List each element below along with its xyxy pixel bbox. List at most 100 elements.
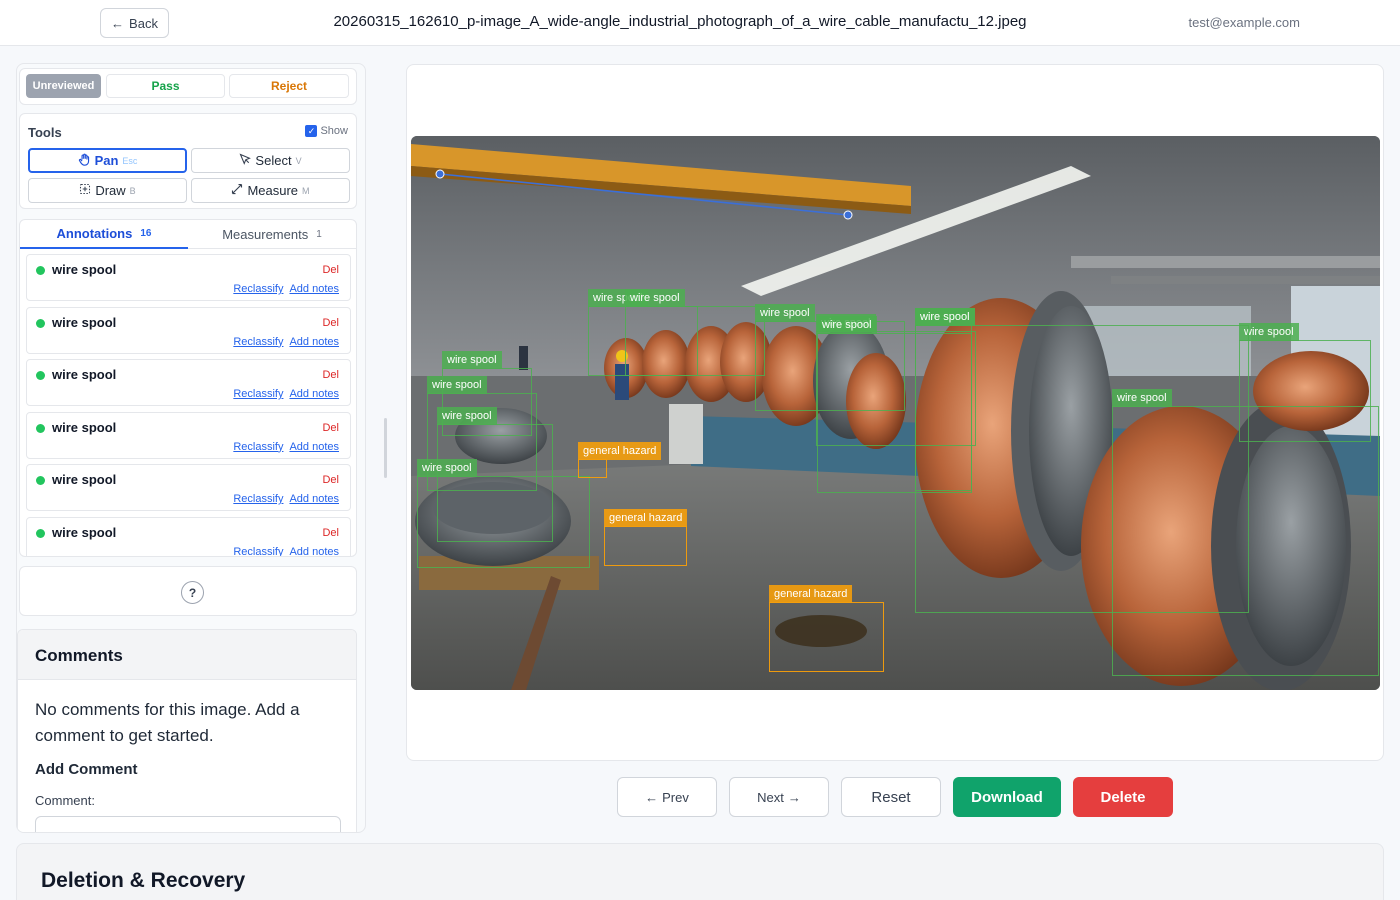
annotation-list[interactable]: wire spool Del Reclassify Add notes wire spo… bbox=[26, 254, 352, 556]
draw-box-icon bbox=[79, 183, 91, 198]
annotation-list-item[interactable]: wire spool Del Reclassify Add notes bbox=[26, 254, 351, 301]
annotation-delete-link[interactable]: Del bbox=[322, 264, 339, 276]
select-label: Select bbox=[255, 153, 292, 168]
select-tool-button[interactable]: Select V bbox=[191, 148, 350, 173]
reclassify-link[interactable]: Reclassify bbox=[233, 388, 283, 400]
add-notes-link[interactable]: Add notes bbox=[289, 493, 339, 505]
delete-button[interactable]: Delete bbox=[1073, 777, 1173, 817]
wire-spool-bbox[interactable]: wire spool bbox=[817, 316, 972, 493]
prev-label: Prev bbox=[662, 789, 689, 805]
draw-tool-button[interactable]: Draw B bbox=[28, 178, 187, 203]
bbox-label: wire spool bbox=[625, 289, 685, 307]
user-email[interactable]: test@example.com bbox=[1189, 15, 1300, 30]
panel-resize-handle[interactable] bbox=[384, 418, 387, 478]
class-color-dot bbox=[36, 423, 45, 433]
annotation-actions: Reclassify Add notes bbox=[233, 546, 339, 557]
general-hazard-bbox[interactable]: general hazard bbox=[604, 509, 688, 566]
class-color-dot bbox=[36, 266, 45, 275]
image-viewer: wire spool wire spool wire spool wire spool… bbox=[406, 64, 1384, 761]
annotation-list-item[interactable]: wire spool Del Reclassify Add notes bbox=[26, 306, 351, 354]
add-notes-link[interactable]: Add notes bbox=[289, 546, 339, 557]
status-unreviewed-button[interactable]: Unreviewed bbox=[26, 74, 101, 98]
tab-annotations-label: Annotations bbox=[56, 226, 133, 241]
tools-title: Tools bbox=[28, 125, 62, 140]
annotated-image-canvas[interactable]: wire spool wire spool wire spool wire spool… bbox=[411, 136, 1380, 690]
wire-spool-bbox[interactable]: wire spool bbox=[1112, 389, 1379, 676]
add-notes-link[interactable]: Add notes bbox=[289, 283, 339, 295]
bbox-label: wire spool bbox=[437, 407, 497, 425]
show-annotations-toggle[interactable]: ✓ Show bbox=[305, 125, 348, 137]
reclassify-link[interactable]: Reclassify bbox=[233, 493, 283, 505]
image-filename: 20260315_162610_p-image_A_wide-angle_ind… bbox=[333, 13, 1027, 30]
pan-label: Pan bbox=[94, 153, 119, 168]
ruler-icon bbox=[231, 183, 243, 198]
hand-icon bbox=[78, 153, 91, 169]
annotation-class-label: wire spool bbox=[52, 314, 117, 330]
cursor-icon bbox=[239, 153, 252, 168]
wire-spool-bbox[interactable]: wire spool bbox=[417, 459, 590, 568]
pan-shortcut: Esc bbox=[122, 155, 138, 166]
annotation-tabs: Annotations 16 Measurements 1 bbox=[20, 220, 356, 249]
measure-tool-button[interactable]: Measure M bbox=[191, 178, 350, 203]
bbox-label: wire spool bbox=[755, 304, 815, 322]
add-notes-link[interactable]: Add notes bbox=[289, 336, 339, 348]
draw-label: Draw bbox=[95, 183, 126, 198]
tab-measurements[interactable]: Measurements 1 bbox=[188, 220, 356, 249]
general-hazard-bbox[interactable]: general hazard bbox=[769, 585, 884, 672]
next-button[interactable]: Next → bbox=[729, 777, 829, 817]
bbox-label: general hazard bbox=[578, 442, 662, 460]
arrow-left-icon: ← bbox=[645, 789, 659, 805]
annotation-list-item[interactable]: wire spool Del Reclassify Add notes bbox=[26, 359, 351, 406]
bbox-label: wire spool bbox=[427, 376, 487, 394]
help-button[interactable]: ? bbox=[181, 581, 204, 604]
annotation-list-item[interactable]: wire spool Del Reclassify Add notes bbox=[26, 411, 351, 459]
annotation-list-item[interactable]: wire spool Del Reclassify Add notes bbox=[26, 516, 351, 557]
annotation-actions: Reclassify Add notes bbox=[233, 336, 339, 348]
wire-spool-bbox[interactable]: wire spool bbox=[625, 289, 765, 376]
comment-textarea[interactable] bbox=[35, 816, 341, 832]
annotation-actions: Reclassify Add notes bbox=[233, 283, 339, 295]
comments-title: Comments bbox=[35, 646, 123, 665]
measure-shortcut: M bbox=[302, 185, 310, 196]
reclassify-link[interactable]: Reclassify bbox=[233, 546, 283, 557]
deletion-recovery-title: Deletion & Recovery bbox=[41, 869, 246, 892]
arrow-right-icon: → bbox=[787, 789, 801, 805]
help-card: ? bbox=[19, 566, 357, 616]
prev-button[interactable]: ← Prev bbox=[617, 777, 717, 817]
bbox-label: general hazard bbox=[604, 509, 688, 527]
pan-tool-button[interactable]: Pan Esc bbox=[28, 148, 187, 173]
add-notes-link[interactable]: Add notes bbox=[289, 388, 339, 400]
measurement-handle-end[interactable] bbox=[843, 210, 853, 220]
annotation-list-item[interactable]: wire spool Del Reclassify Add notes bbox=[26, 464, 351, 511]
measurement-handle-start[interactable] bbox=[435, 169, 445, 179]
reclassify-link[interactable]: Reclassify bbox=[233, 441, 283, 453]
annotation-delete-link[interactable]: Del bbox=[322, 527, 339, 539]
checkbox-checked-icon[interactable]: ✓ bbox=[305, 125, 318, 137]
annotation-class-label: wire spool bbox=[52, 367, 117, 382]
add-notes-link[interactable]: Add notes bbox=[289, 441, 339, 453]
reclassify-link[interactable]: Reclassify bbox=[233, 336, 283, 348]
bbox-label: general hazard bbox=[769, 585, 853, 603]
next-label: Next bbox=[757, 789, 784, 805]
measure-label: Measure bbox=[247, 183, 299, 198]
annotation-actions: Reclassify Add notes bbox=[233, 441, 339, 453]
comments-panel: Comments No comments for this image. Add… bbox=[17, 629, 357, 832]
select-shortcut: V bbox=[295, 155, 302, 166]
download-button[interactable]: Download bbox=[953, 777, 1061, 817]
measurements-count: 1 bbox=[316, 229, 322, 240]
annotations-count: 16 bbox=[140, 228, 152, 239]
annotation-delete-link[interactable]: Del bbox=[322, 369, 339, 381]
annotation-delete-link[interactable]: Del bbox=[322, 422, 339, 434]
reclassify-link[interactable]: Reclassify bbox=[233, 283, 283, 295]
annotation-delete-link[interactable]: Del bbox=[322, 474, 339, 486]
top-bar: ← Back 20260315_162610_p-image_A_wide-an… bbox=[0, 0, 1400, 46]
bbox-label: wire spool bbox=[915, 308, 975, 326]
status-pass-button[interactable]: Pass bbox=[106, 74, 225, 98]
general-hazard-bbox[interactable]: general hazard bbox=[578, 442, 662, 478]
annotation-delete-link[interactable]: Del bbox=[322, 317, 339, 329]
bbox-label: wire spool bbox=[417, 459, 477, 477]
reset-button[interactable]: Reset bbox=[841, 777, 941, 817]
tab-annotations[interactable]: Annotations 16 bbox=[20, 220, 188, 249]
bbox-label: wire spool bbox=[817, 316, 877, 334]
status-reject-button[interactable]: Reject bbox=[229, 74, 349, 98]
